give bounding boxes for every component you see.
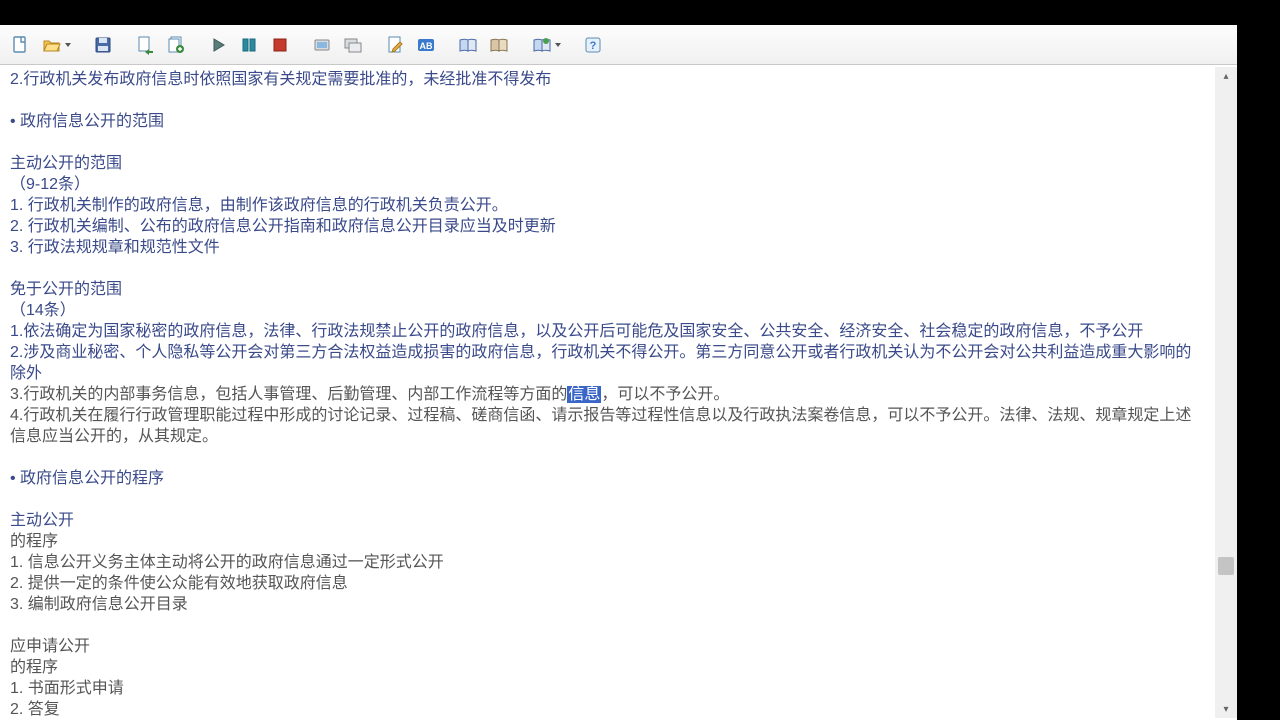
- app-window: AB ? 2.行政机关发布政府信息时依照国家有关规定需要批准的，未经批准不得发布…: [0, 25, 1237, 720]
- text-line: 2. 提供一定的条件使公众能有效地获取政府信息: [10, 573, 1206, 594]
- text-line: 主动公开的范围: [10, 153, 1206, 174]
- text-line: 的程序: [10, 531, 1206, 552]
- text-line: [10, 615, 1206, 636]
- separator: [570, 32, 574, 58]
- book-map-icon: [532, 35, 552, 55]
- chevron-down-icon: [65, 43, 71, 47]
- open-icon: [42, 35, 62, 55]
- edit-button[interactable]: [381, 31, 409, 59]
- save-icon: [93, 35, 113, 55]
- text-line: 3. 行政法规规章和规范性文件: [10, 237, 1206, 258]
- text-line: 3.行政机关的内部事务信息，包括人事管理、后勤管理、内部工作流程等方面的信息，可…: [10, 384, 1206, 405]
- separator: [299, 32, 303, 58]
- separator: [445, 32, 449, 58]
- pause-icon: [239, 35, 259, 55]
- stop-button[interactable]: [266, 31, 294, 59]
- text-line: 1. 行政机关制作的政府信息，由制作该政府信息的行政机关负责公开。: [10, 195, 1206, 216]
- text-line: 2.行政机关发布政府信息时依照国家有关规定需要批准的，未经批准不得发布: [10, 69, 1206, 90]
- text-line: 2.涉及商业秘密、个人隐私等公开会对第三方合法权益造成损害的政府信息，行政机关不…: [10, 342, 1206, 384]
- text-line: （14条）: [10, 300, 1206, 321]
- text-line: [10, 132, 1206, 153]
- ab-compare-icon: AB: [416, 35, 436, 55]
- separator: [80, 32, 84, 58]
- text-line: [10, 447, 1206, 468]
- separator: [372, 32, 376, 58]
- screenshot-button[interactable]: [308, 31, 336, 59]
- screenshot-window-button[interactable]: [339, 31, 367, 59]
- book-closed-button[interactable]: [485, 31, 513, 59]
- text-line: • 政府信息公开的程序: [10, 468, 1206, 489]
- chevron-down-icon: [555, 43, 561, 47]
- text-line: 4.行政机关在履行行政管理职能过程中形成的讨论记录、过程稿、磋商信函、请示报告等…: [10, 405, 1206, 447]
- text-line: • 政府信息公开的范围: [10, 111, 1206, 132]
- book-map-button[interactable]: [527, 31, 565, 59]
- text-line: [10, 489, 1206, 510]
- separator: [122, 32, 126, 58]
- toolbar: AB ?: [0, 25, 1237, 65]
- text-line: 应申请公开: [10, 636, 1206, 657]
- scroll-up-icon[interactable]: ▴: [1215, 67, 1237, 85]
- document-content[interactable]: 2.行政机关发布政府信息时依照国家有关规定需要批准的，未经批准不得发布 • 政府…: [4, 65, 1212, 720]
- text-line: 2. 答复: [10, 699, 1206, 720]
- edit-icon: [385, 35, 405, 55]
- new-file-icon: [10, 35, 30, 55]
- save-all-button[interactable]: [162, 31, 190, 59]
- text-line: （9-12条）: [10, 174, 1206, 195]
- text-line: 1. 书面形式申请: [10, 678, 1206, 699]
- selected-text: 信息: [567, 386, 601, 403]
- separator: [195, 32, 199, 58]
- vertical-scrollbar[interactable]: ▴ ▾: [1215, 67, 1237, 718]
- svg-text:?: ?: [590, 40, 597, 52]
- text-line: 的程序: [10, 657, 1206, 678]
- scroll-down-icon[interactable]: ▾: [1215, 700, 1237, 718]
- text-line: 免于公开的范围: [10, 279, 1206, 300]
- help-icon: ?: [583, 35, 603, 55]
- separator: [518, 32, 522, 58]
- stop-icon: [270, 35, 290, 55]
- book-closed-icon: [489, 35, 509, 55]
- help-button[interactable]: ?: [579, 31, 607, 59]
- text-line: [10, 90, 1206, 111]
- screenshot-icon: [312, 35, 332, 55]
- letterbox-right: [1237, 25, 1280, 720]
- play-button[interactable]: [204, 31, 232, 59]
- letterbox-top: [0, 0, 1280, 25]
- svg-text:AB: AB: [420, 41, 433, 51]
- content-wrap: 2.行政机关发布政府信息时依照国家有关规定需要批准的，未经批准不得发布 • 政府…: [0, 65, 1237, 720]
- text-line: 2. 行政机关编制、公布的政府信息公开指南和政府信息公开目录应当及时更新: [10, 216, 1206, 237]
- open-button[interactable]: [37, 31, 75, 59]
- export-icon: [135, 35, 155, 55]
- scroll-thumb[interactable]: [1218, 557, 1234, 575]
- book-open-icon: [458, 35, 478, 55]
- ab-compare-button[interactable]: AB: [412, 31, 440, 59]
- new-file-button[interactable]: [6, 31, 34, 59]
- save-all-icon: [166, 35, 186, 55]
- save-button[interactable]: [89, 31, 117, 59]
- text-line: 主动公开: [10, 510, 1206, 531]
- text-line: 1.依法确定为国家秘密的政府信息，法律、行政法规禁止公开的政府信息，以及公开后可…: [10, 321, 1206, 342]
- book-open-button[interactable]: [454, 31, 482, 59]
- screenshot-window-icon: [343, 35, 363, 55]
- export-button[interactable]: [131, 31, 159, 59]
- pause-button[interactable]: [235, 31, 263, 59]
- text-line: 1. 信息公开义务主体主动将公开的政府信息通过一定形式公开: [10, 552, 1206, 573]
- text-line: 3. 编制政府信息公开目录: [10, 594, 1206, 615]
- text-line: [10, 258, 1206, 279]
- play-icon: [208, 35, 228, 55]
